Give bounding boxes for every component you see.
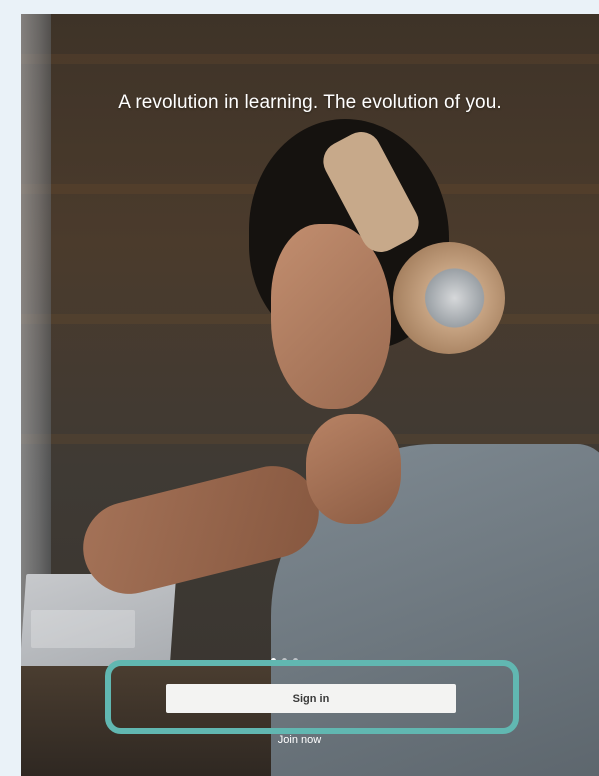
carousel-dot[interactable] [293, 657, 298, 663]
person-hand [306, 414, 401, 524]
carousel-dot[interactable] [282, 657, 287, 663]
hero-photo [21, 14, 599, 776]
wall-texture [21, 54, 599, 64]
laptop-trackpad [31, 610, 135, 648]
headphones-cup [393, 242, 505, 354]
carousel-dot[interactable] [271, 657, 276, 663]
hero-tagline: A revolution in learning. The evolution … [118, 92, 502, 113]
onboarding-screen: A revolution in learning. The evolution … [21, 14, 599, 776]
carousel-pager[interactable] [271, 655, 298, 665]
join-now-link[interactable]: Join now [0, 734, 599, 746]
sign-in-button[interactable]: Sign in [166, 684, 456, 713]
person-face [271, 224, 391, 409]
